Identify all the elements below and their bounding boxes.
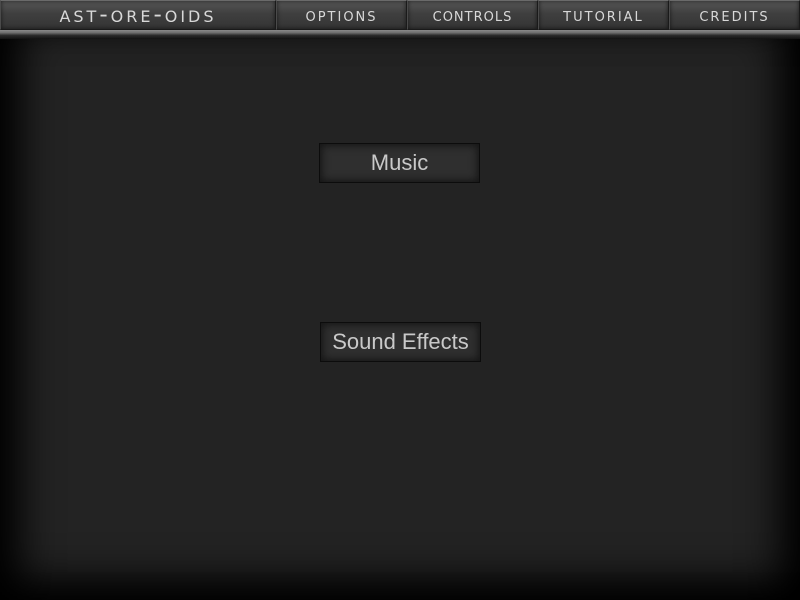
menu-divider — [0, 30, 800, 39]
options-panel: Music Sound Effects — [0, 39, 800, 600]
tab-controls-label: Controls — [432, 4, 513, 26]
music-button[interactable]: Music — [319, 143, 480, 183]
sound-effects-button[interactable]: Sound Effects — [320, 322, 481, 362]
tab-credits[interactable]: Credits — [669, 0, 800, 30]
top-menu-bar: Ast-Ore-Oids Options Controls Tutorial C… — [0, 0, 800, 30]
tab-options[interactable]: Options — [276, 0, 407, 30]
game-title: Ast-Ore-Oids — [59, 2, 217, 28]
tab-controls[interactable]: Controls — [407, 0, 538, 30]
tab-options-label: Options — [305, 4, 378, 26]
music-button-label: Music — [370, 150, 429, 175]
game-window: Ast-Ore-Oids Options Controls Tutorial C… — [0, 0, 800, 600]
tab-tutorial-label: Tutorial — [563, 4, 644, 26]
tab-tutorial[interactable]: Tutorial — [538, 0, 669, 30]
sound-effects-button-label: Sound Effects — [332, 329, 469, 354]
tab-credits-label: Credits — [699, 4, 770, 26]
game-title-tab[interactable]: Ast-Ore-Oids — [0, 0, 276, 30]
